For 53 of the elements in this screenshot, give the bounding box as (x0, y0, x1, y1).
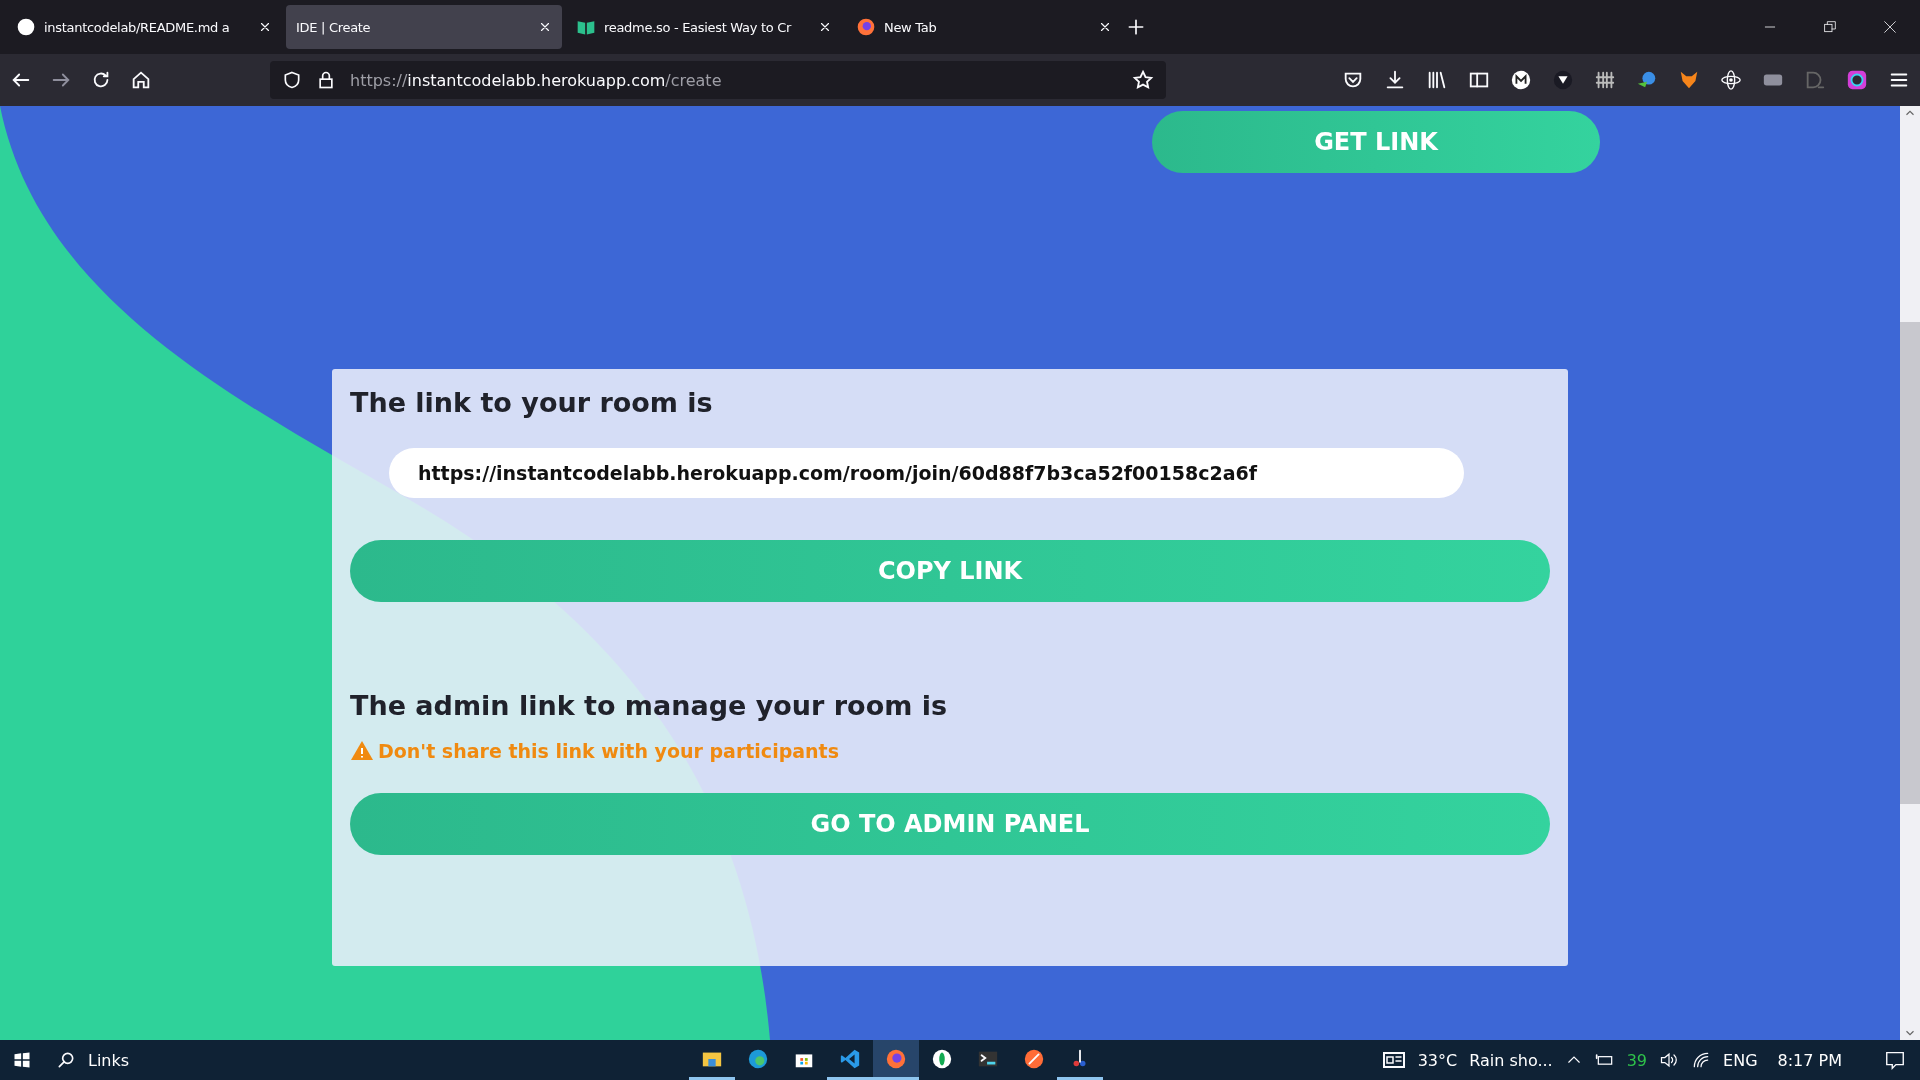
firefox-icon[interactable] (885, 1047, 908, 1070)
notification-icon[interactable] (1884, 1049, 1906, 1071)
browser-tab[interactable]: readme.so - Easiest Way to Cr (566, 5, 842, 49)
star-icon[interactable] (1132, 69, 1154, 91)
shield-icon (282, 70, 302, 90)
tab-title: IDE | Create (296, 19, 372, 35)
weather-text: Rain sho... (1469, 1050, 1553, 1070)
plus-icon[interactable] (1126, 17, 1146, 37)
firefox-icon (856, 17, 876, 37)
browser-tab[interactable]: instantcodelab/README.md a (6, 5, 282, 49)
color-ring-icon[interactable] (1846, 69, 1868, 91)
speaker-icon[interactable] (1659, 1050, 1680, 1070)
fox-icon[interactable] (1678, 69, 1700, 91)
search-label[interactable]: Links (88, 1050, 130, 1070)
url-text: https://instantcodelabb.herokuapp.com/create (350, 70, 723, 90)
browser-tab[interactable]: IDE | Create (286, 5, 562, 49)
dl-icon[interactable] (1804, 69, 1826, 91)
tab-title: New Tab (884, 19, 938, 35)
atom-icon[interactable] (1720, 69, 1742, 91)
close-icon[interactable] (1098, 20, 1112, 34)
scrollbar[interactable] (1900, 106, 1920, 1040)
leaf-icon[interactable] (931, 1047, 954, 1070)
address-bar[interactable]: https://instantcodelabb.herokuapp.com/create (270, 61, 1166, 99)
home-icon[interactable] (130, 69, 152, 91)
taskbar-app[interactable] (873, 1040, 920, 1080)
close-icon[interactable] (1882, 19, 1898, 35)
letter-m-circle-icon[interactable] (1510, 69, 1532, 91)
library-icon[interactable] (1426, 69, 1448, 91)
card-heading: The admin link to manage your room is (350, 690, 949, 721)
padlock-icon (316, 70, 336, 90)
close-icon[interactable] (818, 20, 832, 34)
restore-icon[interactable] (1822, 19, 1838, 35)
close-icon[interactable] (258, 20, 272, 34)
windows-logo-icon[interactable] (12, 1050, 32, 1070)
language-text[interactable]: ENG (1723, 1050, 1758, 1070)
tab-title: readme.so - Easiest Way to Cr (604, 19, 793, 35)
card-heading: The link to your room is (350, 387, 714, 418)
close-icon[interactable] (538, 20, 552, 34)
room-link-field[interactable]: https://instantcodelabb.herokuapp.com/room/join/60d88f7b3ca52f00158c2a6f (389, 448, 1464, 498)
battery-text: 39 (1626, 1050, 1648, 1070)
fence-icon[interactable] (1594, 69, 1616, 91)
warning-icon (350, 739, 374, 763)
warning-text: Don't share this link with your participants (378, 740, 839, 762)
scroll-thumb[interactable] (1900, 322, 1920, 804)
funnel-icon[interactable] (1552, 69, 1574, 91)
browser-tab[interactable]: New Tab (846, 5, 1122, 49)
code-editor-icon[interactable] (839, 1047, 862, 1070)
edge-icon[interactable] (747, 1047, 770, 1070)
tab-title: instantcodelab/README.md a (44, 19, 231, 35)
temperature-text: 33°C (1417, 1050, 1458, 1070)
download-icon[interactable] (1384, 69, 1406, 91)
search-icon[interactable] (56, 1050, 76, 1070)
clock-text[interactable]: 8:17 PM (1777, 1050, 1842, 1070)
